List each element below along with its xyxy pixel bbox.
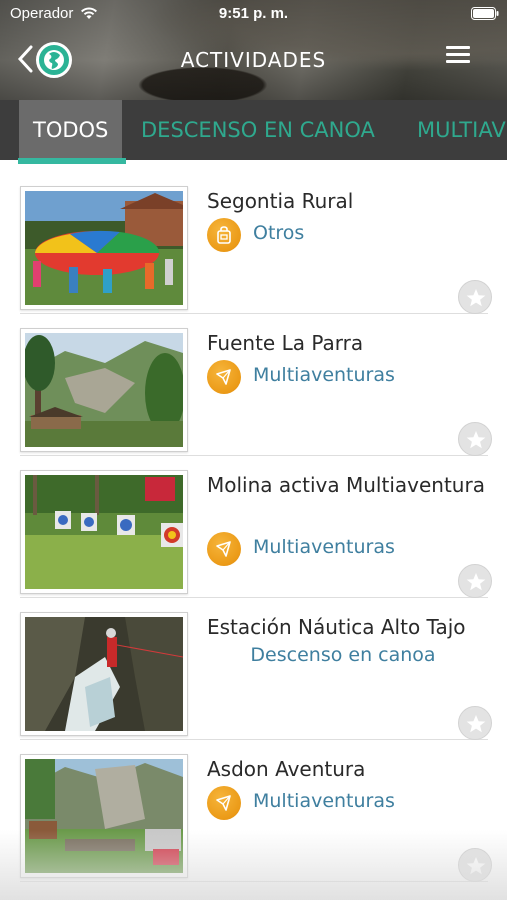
item-title: Fuente La Parra [207,331,364,355]
list-item[interactable]: Asdon Aventura Multiaventuras [20,740,492,882]
compass-icon [207,532,241,566]
active-tab-indicator [18,158,126,164]
tab-todos[interactable]: TODOS [19,100,123,160]
star-icon [466,431,486,449]
item-title: Estación Náutica Alto Tajo [207,615,466,639]
category-label: Descenso en canoa [250,644,436,666]
activity-thumbnail [20,470,188,594]
activity-list: Segontia Rural Otros Fuente La Parra Mul… [0,172,507,882]
category-label: Multiaventuras [253,790,395,812]
item-title: Segontia Rural [207,189,354,213]
favorite-star-button[interactable] [458,848,492,882]
list-item[interactable]: Segontia Rural Otros [20,172,492,314]
category-label: Multiaventuras [253,364,395,386]
activity-thumbnail [20,328,188,452]
category-label: Multiaventuras [253,536,395,558]
star-icon [466,573,486,591]
favorite-star-button[interactable] [458,564,492,598]
compass-icon [207,786,241,820]
list-item[interactable]: Molina activa Multiaventura Multiaventur… [20,456,492,598]
favorite-star-button[interactable] [458,422,492,456]
status-bar: Operador 9:51 p. m. [0,0,507,28]
status-time: 9:51 p. m. [218,5,289,22]
header: Operador 9:51 p. m. ACTIVIDADES [0,0,507,100]
category-tabs: TODOS DESCENSO EN CANOA MULTIAV [0,100,507,160]
activity-thumbnail [20,754,188,878]
tab-descenso-en-canoa[interactable]: DESCENSO EN CANOA [141,100,375,160]
star-icon [466,289,486,307]
activity-thumbnail [20,612,188,736]
star-icon [466,715,486,733]
page-title: ACTIVIDADES [180,48,327,72]
category-label: Otros [253,222,305,244]
nav-bar: ACTIVIDADES [0,36,507,82]
item-title: Asdon Aventura [207,757,366,781]
star-icon [466,857,486,875]
list-item[interactable]: Estación Náutica Alto Tajo Descenso en c… [20,598,492,740]
compass-icon [207,360,241,394]
item-title: Molina activa Multiaventura [207,473,485,497]
activity-thumbnail [20,186,188,310]
hamburger-menu-icon[interactable] [446,46,470,66]
list-item[interactable]: Fuente La Parra Multiaventuras [20,314,492,456]
favorite-star-button[interactable] [458,280,492,314]
bag-icon [207,218,241,252]
tab-multiaventuras[interactable]: MULTIAV [417,100,506,160]
battery-icon [471,7,499,20]
favorite-star-button[interactable] [458,706,492,740]
